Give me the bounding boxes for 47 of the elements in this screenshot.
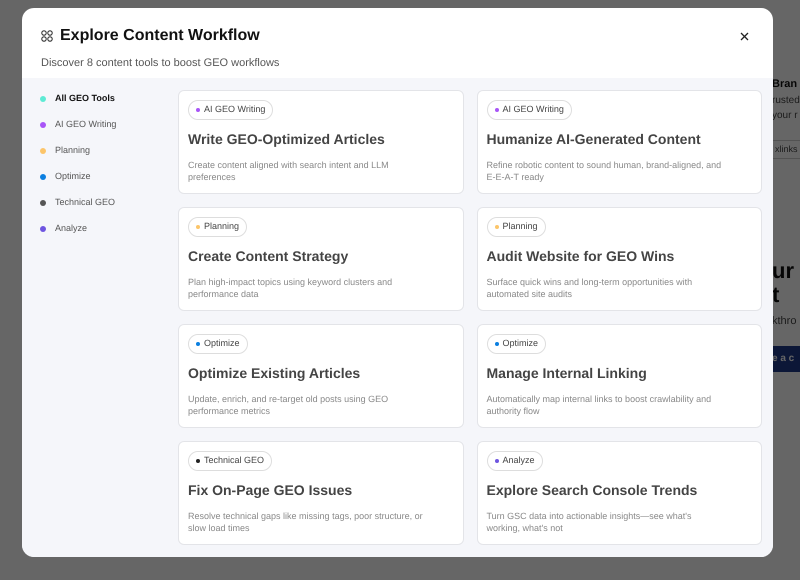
tool-card[interactable]: Optimize Manage Internal Linking Automatically map internal links to boost crawlability and authority flow [476,324,762,428]
card-title: Manage Internal Linking [486,364,647,383]
category-tag: AI GEO Writing [188,100,274,120]
card-text: your r [772,108,799,122]
card-title: Create Content Strategy [188,247,348,266]
card-text: rusted [772,94,800,108]
tool-card[interactable]: Optimize Optimize Existing Articles Update, enrich, and re-target old posts using GEO performance metrics [178,324,464,428]
close-icon [740,32,748,40]
card-title: Explore Search Console Trends [486,481,698,500]
category-tag: Technical GEO [188,451,272,471]
card-title: Fix On-Page GEO Issues [188,481,352,500]
category-tag: Optimize [188,334,248,354]
section-heading: ur [772,259,795,283]
card-description: Resolve technical gaps like missing tags, poor structure, or slow load times [188,510,424,534]
category-tag: Analyze [486,451,543,471]
card-description: Create content aligned with search intent and LLM preferences [188,159,390,183]
card-description: Refine robotic content to sound human, brand-aligned, and E-E-A-T ready [486,159,722,183]
sidebar-item[interactable]: Planning [40,143,170,159]
modal-subtitle: Discover 8 content tools to boost GEO workflows [41,56,280,71]
card-description: Update, enrich, and re-target old posts using GEO performance metrics [188,393,390,417]
tool-card[interactable]: Technical GEO Fix On-Page GEO Issues Resolve technical gaps like missing tags, poor structure, or slow load times [178,441,464,545]
tool-card[interactable]: Analyze Explore Search Console Trends Turn GSC data into actionable insights—see what's working, what's not [476,441,762,545]
card-heading: Bran [772,77,798,92]
tool-card[interactable]: AI GEO Writing Humanize AI-Generated Content Refine robotic content to sound human, brand-aligned, and E-E-A-T ready [476,90,762,194]
category-tag: Planning [188,217,248,237]
sidebar-item[interactable]: AI GEO Writing [40,117,170,133]
sidebar-item[interactable]: Optimize [40,169,170,185]
grid-icon [41,30,53,42]
tool-card[interactable]: Planning Create Content Strategy Plan high-impact topics using keyword clusters and performance data [178,207,464,311]
card-description: Plan high-impact topics using keyword clusters and performance data [188,276,394,300]
category-tag: Planning [486,217,546,237]
category-tag: Optimize [486,334,546,354]
card-title: Humanize AI-Generated Content [486,130,701,149]
category-tag: AI GEO Writing [486,100,572,120]
tool-card[interactable]: AI GEO Writing Write GEO-Optimized Articles Create content aligned with search intent and LLM preferences [178,90,464,194]
card-title: Write GEO-Optimized Articles [188,130,385,149]
modal-title: Explore Content Workflow [60,26,260,46]
card-title: Audit Website for GEO Wins [486,247,674,266]
sidebar-item[interactable]: Technical GEO [40,195,170,211]
sidebar-item[interactable]: All GEO Tools [40,91,170,107]
card-description: Automatically map internal links to boost crawlability and authority flow [486,393,712,417]
card-title: Optimize Existing Articles [188,364,360,383]
sidebar-item[interactable]: Analyze [40,221,170,237]
section-heading: t [772,283,780,307]
card-description: Turn GSC data into actionable insights—see what's working, what's not [486,510,692,534]
tool-card[interactable]: Planning Audit Website for GEO Wins Surface quick wins and long-term opportunities with automated site audits [476,207,762,311]
card-description: Surface quick wins and long-term opportunities with automated site audits [486,276,694,300]
